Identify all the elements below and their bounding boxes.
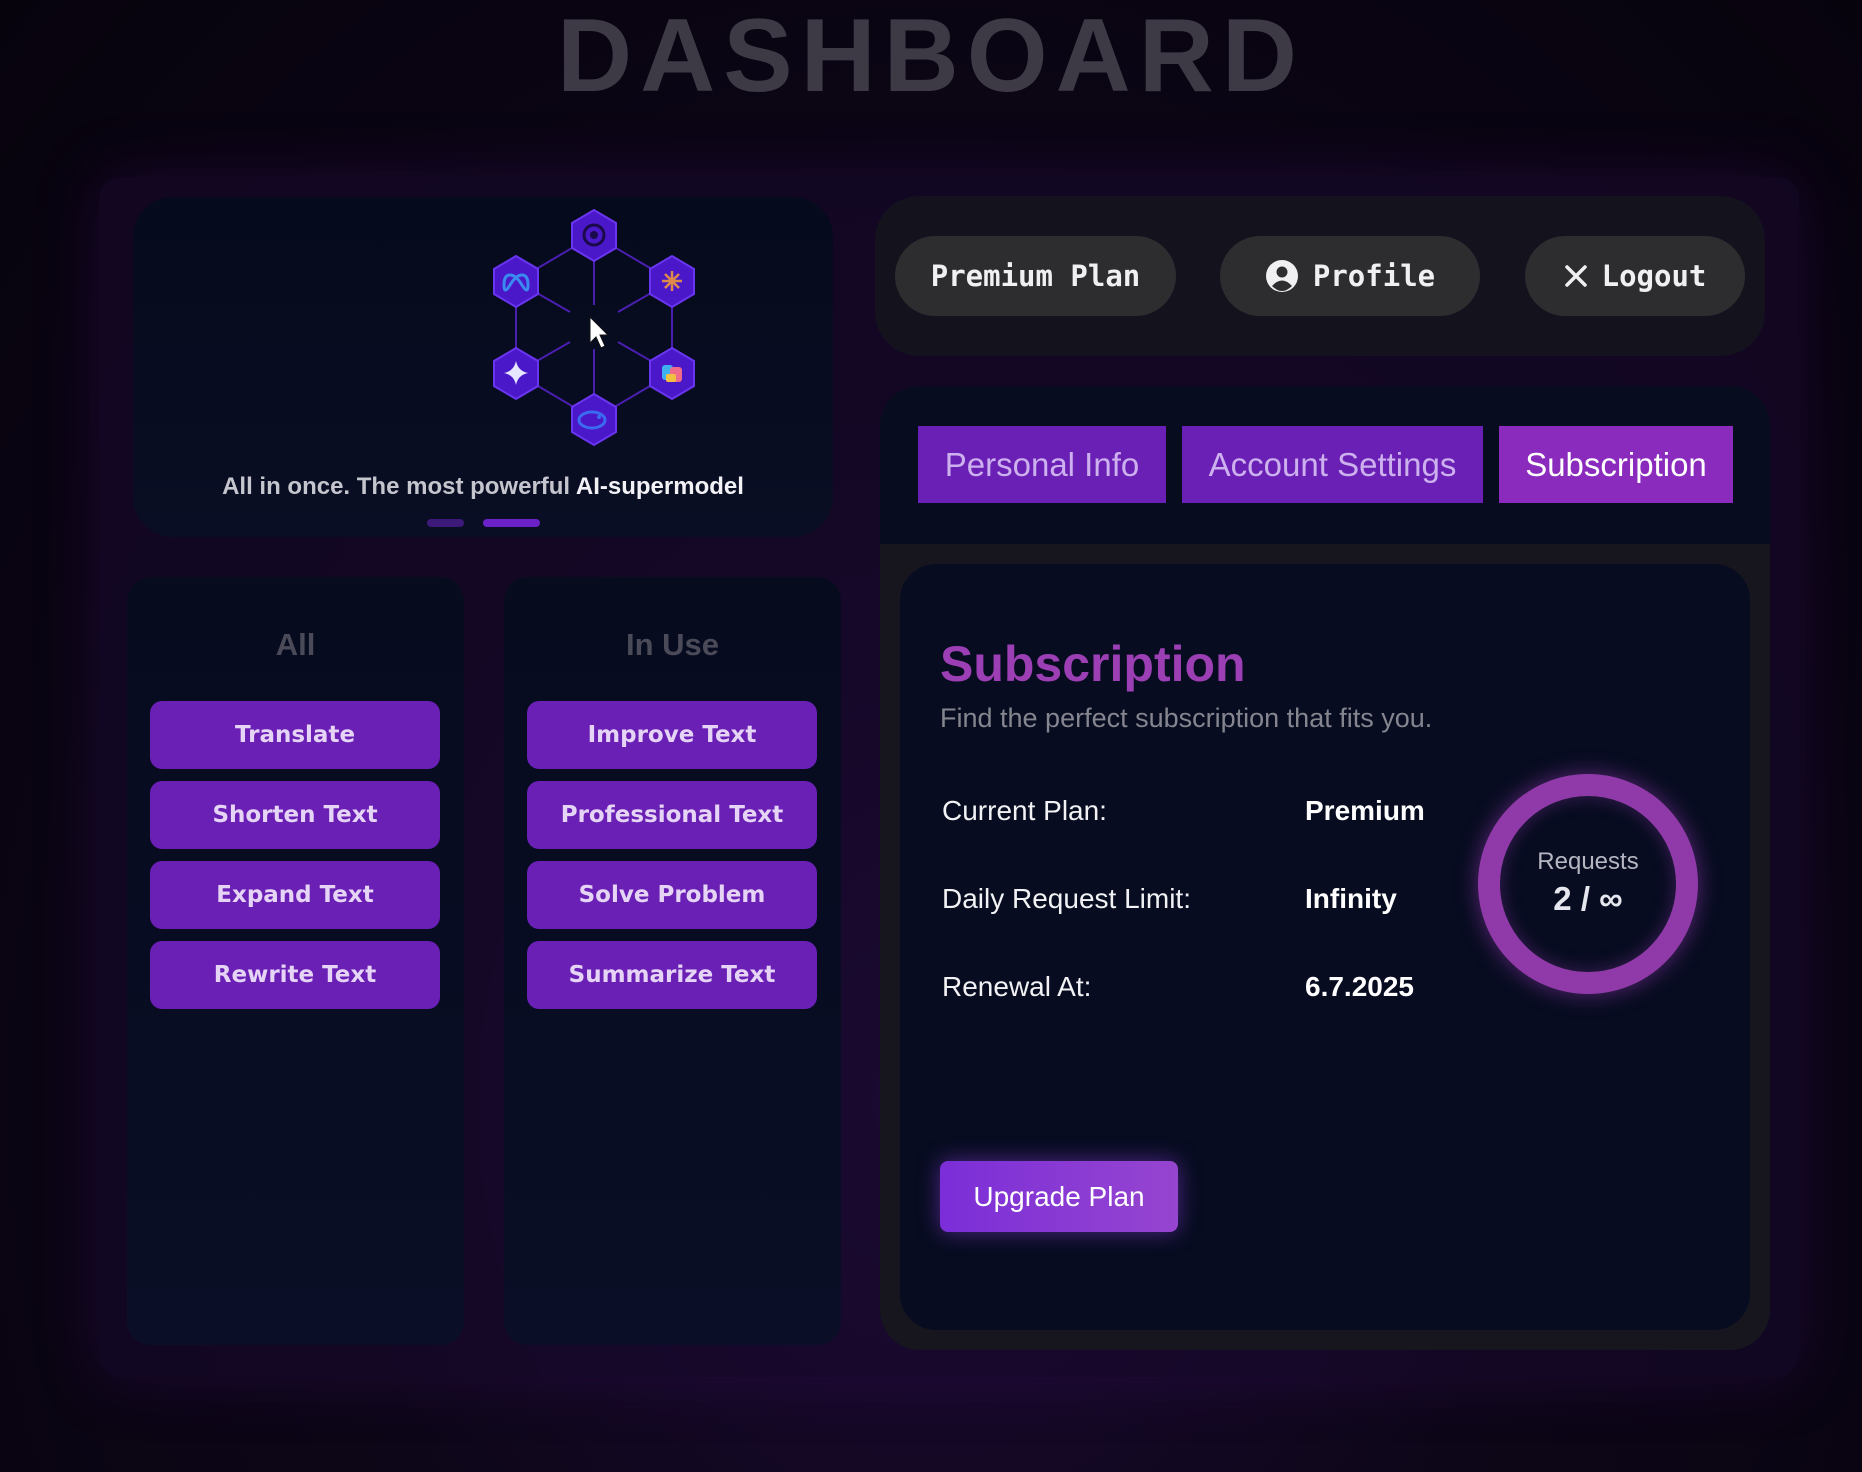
daily-limit-value: Infinity [1305,883,1397,914]
renewal-label: Renewal At: [942,971,1092,1002]
tool-rewrite-text-button[interactable]: Rewrite Text [150,941,440,1009]
openai-icon[interactable] [571,208,617,263]
tool-professional-text-button[interactable]: Professional Text [527,781,817,849]
settings-panel: Personal Info Account Settings Subscript… [880,386,1770,1350]
carousel-dot-2-active[interactable] [483,519,540,527]
tagline-highlight: AI-supermodel [575,473,744,500]
hero-card: All in once. The most powerful AI-superm… [133,197,833,537]
close-icon [1564,264,1588,288]
ai-model-network [493,208,695,447]
tab-account-settings[interactable]: Account Settings [1182,426,1483,503]
tool-shorten-text-button[interactable]: Shorten Text [150,781,440,849]
tab-subscription[interactable]: Subscription [1499,426,1733,503]
subscription-card: Subscription Find the perfect subscripti… [900,564,1750,1330]
requests-label: Requests [1537,848,1639,875]
renewal-value: 6.7.2025 [1305,971,1414,1002]
subscription-description: Find the perfect subscription that fits … [940,703,1433,733]
logout-label: Logout [1601,259,1707,293]
carousel-dot-1[interactable] [427,519,464,527]
tools-all-column: All Translate Shorten Text Expand Text R… [127,577,464,1345]
premium-plan-button[interactable]: Premium Plan [895,236,1176,316]
upgrade-plan-button[interactable]: Upgrade Plan [940,1161,1178,1232]
current-plan-label: Current Plan: [942,795,1107,826]
tab-personal-info[interactable]: Personal Info [918,426,1166,503]
page-title: DASHBOARD [557,0,1305,114]
meta-icon[interactable] [493,254,539,309]
tools-in-use-title: In Use [625,627,720,662]
profile-button[interactable]: Profile [1220,236,1480,316]
tool-translate-button[interactable]: Translate [150,701,440,769]
copilot-icon[interactable] [649,346,695,401]
tagline-prefix: All in once. The most powerful [222,473,576,500]
requests-ring: Requests 2 / ∞ [1478,774,1698,994]
subscription-title: Subscription [940,636,1246,692]
daily-limit-label: Daily Request Limit: [942,883,1191,914]
user-circle-icon [1265,259,1299,293]
current-plan-value: Premium [1305,795,1425,826]
requests-value: 2 / ∞ [1553,880,1623,917]
account-topbar: Premium Plan Profile Logout [875,196,1765,356]
tools-in-use-column: In Use Improve Text Professional Text So… [504,577,841,1345]
tool-expand-text-button[interactable]: Expand Text [150,861,440,929]
tools-all-title: All [275,627,316,662]
hero-tagline: All in once. The most powerful AI-superm… [133,473,833,501]
gemini-icon[interactable] [493,346,539,401]
logout-button[interactable]: Logout [1525,236,1745,316]
settings-tabs: Personal Info Account Settings Subscript… [880,386,1770,544]
deepseek-icon[interactable] [571,392,617,447]
tool-summarize-text-button[interactable]: Summarize Text [527,941,817,1009]
cursor-icon [589,315,610,349]
claude-icon[interactable] [649,254,695,309]
premium-plan-label: Premium Plan [930,259,1141,293]
tool-solve-problem-button[interactable]: Solve Problem [527,861,817,929]
profile-label: Profile [1312,259,1436,293]
carousel-dots [427,519,540,527]
tool-improve-text-button[interactable]: Improve Text [527,701,817,769]
